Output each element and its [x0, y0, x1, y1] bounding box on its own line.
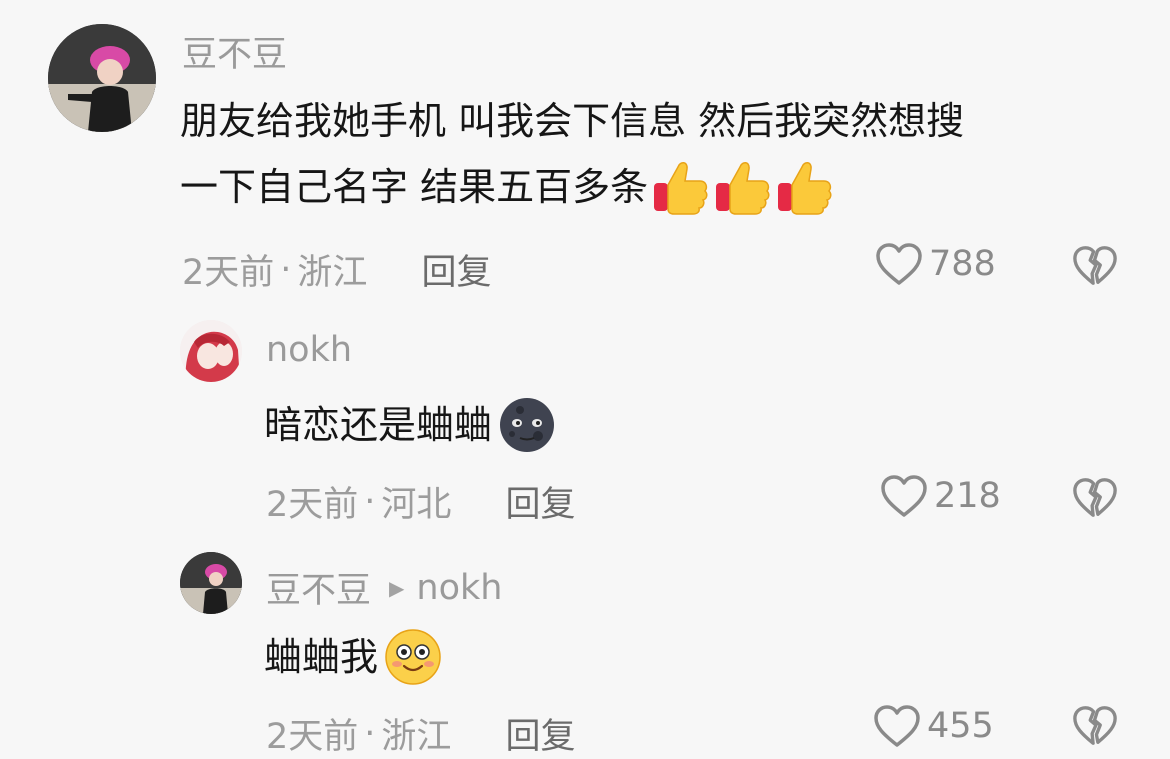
like-count: 788: [929, 244, 996, 284]
comment-time: 2天前: [266, 717, 359, 757]
new-moon-face-icon: [500, 398, 555, 452]
reply-button[interactable]: 回复: [505, 476, 575, 527]
avatar[interactable]: [180, 320, 242, 382]
dislike-icon[interactable]: [1072, 476, 1118, 520]
comment-meta: 2天前 · 河北 回复: [266, 476, 575, 527]
comment-location: 浙江: [381, 717, 452, 757]
comment-time: 2天前: [182, 253, 275, 293]
meta-separator: ·: [364, 481, 376, 522]
comment-text: 暗恋还是蛐蛐: [264, 392, 556, 458]
reply-button[interactable]: 回复: [421, 244, 491, 295]
heart-icon: [873, 704, 921, 748]
reply-to-username[interactable]: nokh: [416, 568, 502, 608]
comment-text: 蛐蛐我: [264, 624, 442, 690]
meta-separator: ·: [280, 249, 292, 290]
thumbs-up-icon: [774, 157, 834, 217]
comment-location: 浙江: [297, 253, 368, 293]
avatar[interactable]: [48, 24, 156, 132]
comment-text-content: 暗恋还是蛐蛐: [264, 403, 493, 447]
comment-meta: 2天前 · 浙江 回复: [182, 244, 491, 295]
comment-username[interactable]: nokh: [266, 330, 352, 370]
thumbs-up-icon: [650, 157, 710, 217]
thumbs-up-icon: [712, 157, 772, 217]
dislike-icon[interactable]: [1072, 244, 1118, 288]
comment-text-content: 蛐蛐我: [264, 635, 379, 679]
like-button[interactable]: 455: [873, 704, 994, 748]
reply-button[interactable]: 回复: [505, 708, 575, 759]
comment-text-line: 一下自己名字 结果五百多条: [180, 154, 1140, 220]
comment-text-line: 朋友给我她手机 叫我会下信息 然后我突然想搜: [180, 99, 965, 143]
like-button[interactable]: 218: [880, 474, 1001, 518]
reply-arrow-icon: ▶: [389, 575, 405, 600]
comment-username[interactable]: 豆不豆: [182, 26, 287, 77]
comment-text-line-content: 一下自己名字 结果五百多条: [180, 165, 649, 209]
meta-separator: ·: [364, 713, 376, 754]
comment-text: 朋友给我她手机 叫我会下信息 然后我突然想搜 一下自己名字 结果五百多条: [180, 88, 1140, 220]
comment-time: 2天前: [266, 485, 359, 525]
avatar[interactable]: [180, 552, 242, 614]
heart-icon: [875, 242, 923, 286]
comment-location: 河北: [381, 485, 452, 525]
like-button[interactable]: 788: [875, 242, 996, 286]
dislike-icon[interactable]: [1072, 704, 1118, 748]
comment-username[interactable]: 豆不豆: [266, 562, 371, 613]
like-count: 455: [927, 706, 994, 746]
comment-username-row: 豆不豆 ▶ nokh: [266, 562, 502, 613]
flushed-smile-face-icon: [385, 629, 441, 685]
comment-meta: 2天前 · 浙江 回复: [266, 708, 575, 759]
like-count: 218: [934, 476, 1001, 516]
heart-icon: [880, 474, 928, 518]
